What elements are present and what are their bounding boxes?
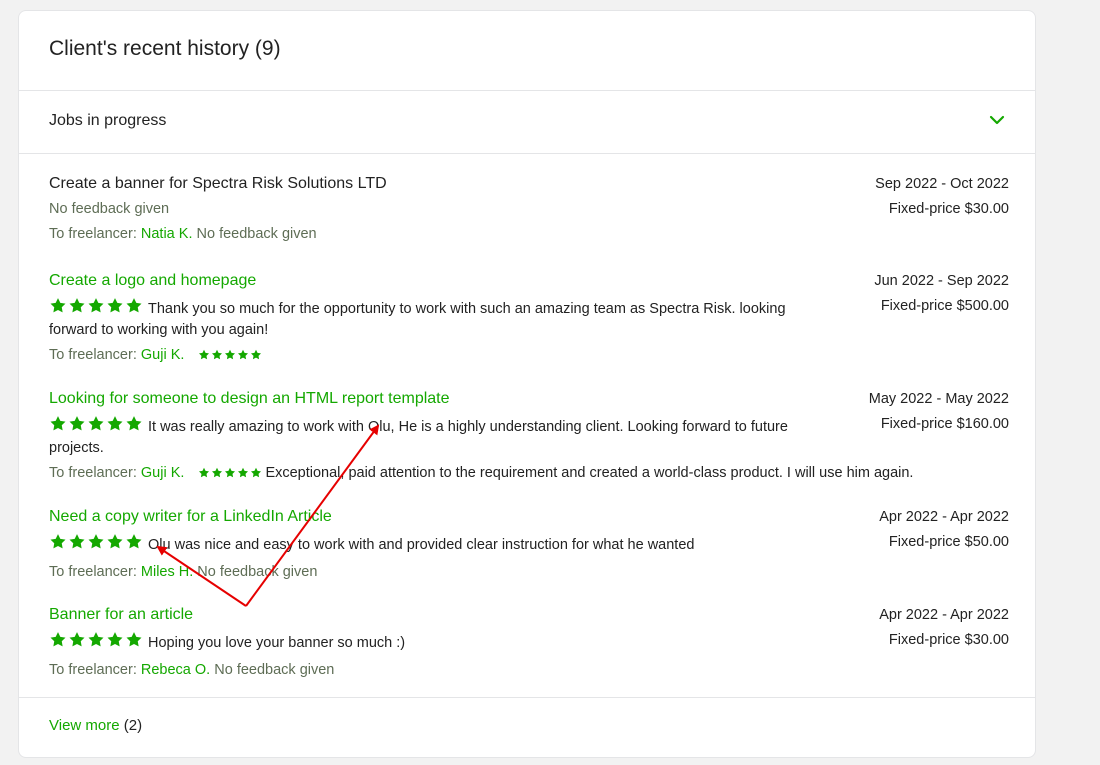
- job-item: Need a copy writer for a LinkedIn Articl…: [49, 507, 1009, 582]
- star-icon: [49, 631, 67, 649]
- star-icon: [224, 349, 236, 361]
- freelancer-line: To freelancer: Rebeca O. No feedback giv…: [49, 661, 1009, 680]
- star-icon: [211, 349, 223, 361]
- job-meta: Jun 2022 - Sep 2022 Fixed-price $500.00: [874, 271, 1009, 316]
- job-title-link[interactable]: Banner for an article: [49, 605, 1009, 625]
- freelancer-link[interactable]: Guji K.: [141, 347, 185, 363]
- to-freelancer-label: To freelancer:: [49, 226, 137, 242]
- star-icon: [68, 415, 86, 433]
- view-more-link[interactable]: View more (2): [49, 717, 142, 734]
- job-meta: Apr 2022 - Apr 2022 Fixed-price $50.00: [879, 507, 1009, 552]
- star-icon: [250, 467, 262, 479]
- job-item: Looking for someone to design an HTML re…: [49, 389, 1009, 485]
- star-icon: [49, 533, 67, 551]
- client-feedback-line: It was really amazing to work with Olu, …: [49, 415, 799, 458]
- client-feedback: Hoping you love your banner so much :): [148, 635, 406, 651]
- chevron-down-icon[interactable]: [989, 114, 1005, 126]
- rating-stars: [49, 297, 144, 321]
- rating-stars: [49, 533, 144, 557]
- star-icon: [68, 533, 86, 551]
- view-more-label: View more: [49, 717, 120, 734]
- to-freelancer-label: To freelancer:: [49, 564, 137, 580]
- divider: [19, 697, 1035, 698]
- section-label: Jobs in progress: [49, 112, 167, 129]
- job-price: Fixed-price $500.00: [880, 298, 1009, 314]
- job-price: Fixed-price $50.00: [888, 534, 1009, 550]
- client-feedback-line: Olu was nice and easy to work with and p…: [49, 533, 799, 557]
- freelancer-line: To freelancer: Guji K.: [49, 346, 1009, 367]
- client-feedback: It was really amazing to work with Olu, …: [49, 419, 788, 456]
- freelancer-link[interactable]: Guji K.: [141, 465, 185, 481]
- job-price: Fixed-price $160.00: [880, 416, 1009, 432]
- star-icon: [237, 467, 249, 479]
- freelancer-link[interactable]: Natia K.: [141, 226, 193, 242]
- freelancer-line: To freelancer: Miles H. No feedback give…: [49, 563, 1009, 582]
- job-dates: Apr 2022 - Apr 2022: [879, 509, 1009, 525]
- job-meta: May 2022 - May 2022 Fixed-price $160.00: [869, 389, 1009, 434]
- star-icon: [125, 415, 143, 433]
- freelancer-feedback: No feedback given: [196, 226, 317, 242]
- job-title-link[interactable]: Create a logo and homepage: [49, 271, 1009, 291]
- client-feedback-line: Thank you so much for the opportunity to…: [49, 297, 799, 340]
- star-icon: [106, 297, 124, 315]
- rating-stars: [49, 631, 144, 655]
- star-icon: [211, 467, 223, 479]
- job-price: Fixed-price $30.00: [888, 632, 1009, 648]
- star-icon: [68, 631, 86, 649]
- star-icon: [106, 415, 124, 433]
- star-icon: [87, 631, 105, 649]
- client-feedback: Olu was nice and easy to work with and p…: [148, 537, 695, 553]
- freelancer-line: To freelancer: Natia K. No feedback give…: [49, 225, 1009, 244]
- job-meta: Apr 2022 - Apr 2022 Fixed-price $30.00: [879, 605, 1009, 650]
- star-icon: [49, 415, 67, 433]
- job-item: Create a logo and homepage Jun 2022 - Se…: [49, 271, 1009, 367]
- to-freelancer-label: To freelancer:: [49, 662, 137, 678]
- star-icon: [106, 533, 124, 551]
- job-price: Fixed-price $30.00: [888, 201, 1009, 217]
- freelancer-feedback: Exceptional, paid attention to the requi…: [265, 465, 914, 481]
- star-icon: [87, 533, 105, 551]
- divider: [19, 153, 1035, 154]
- freelancer-link[interactable]: Miles H.: [141, 564, 193, 580]
- star-icon: [224, 467, 236, 479]
- rating-stars: [198, 348, 263, 367]
- job-dates: Jun 2022 - Sep 2022: [874, 273, 1009, 289]
- job-dates: Apr 2022 - Apr 2022: [879, 607, 1009, 623]
- job-title-link[interactable]: Looking for someone to design an HTML re…: [49, 389, 1009, 409]
- freelancer-feedback: No feedback given: [197, 564, 318, 580]
- freelancer-feedback: No feedback given: [214, 662, 335, 678]
- star-icon: [87, 415, 105, 433]
- star-icon: [106, 631, 124, 649]
- view-more-count: (2): [123, 717, 143, 734]
- freelancer-line: To freelancer: Guji K. Exceptional, paid…: [49, 464, 1009, 485]
- job-title-link[interactable]: Need a copy writer for a LinkedIn Articl…: [49, 507, 1009, 527]
- job-dates: May 2022 - May 2022: [868, 391, 1009, 407]
- rating-stars: [198, 466, 263, 485]
- client-feedback: No feedback given: [49, 201, 170, 217]
- star-icon: [68, 297, 86, 315]
- freelancer-link[interactable]: Rebeca O.: [141, 662, 210, 678]
- star-icon: [237, 349, 249, 361]
- job-dates: Sep 2022 - Oct 2022: [875, 176, 1009, 192]
- jobs-in-progress-toggle[interactable]: Jobs in progress: [19, 90, 1035, 153]
- star-icon: [125, 533, 143, 551]
- page-title: Client's recent history (9): [49, 37, 281, 60]
- client-feedback-line: Hoping you love your banner so much :): [49, 631, 799, 655]
- star-icon: [198, 467, 210, 479]
- star-icon: [250, 349, 262, 361]
- to-freelancer-label: To freelancer:: [49, 347, 137, 363]
- rating-stars: [49, 415, 144, 439]
- star-icon: [125, 631, 143, 649]
- job-meta: Sep 2022 - Oct 2022 Fixed-price $30.00: [875, 174, 1009, 219]
- star-icon: [49, 297, 67, 315]
- job-title: Create a banner for Spectra Risk Solutio…: [49, 175, 387, 192]
- star-icon: [87, 297, 105, 315]
- client-history-card: Client's recent history (9) Jobs in prog…: [18, 10, 1036, 758]
- client-feedback: Thank you so much for the opportunity to…: [49, 301, 786, 338]
- job-item: Create a banner for Spectra Risk Solutio…: [49, 174, 1009, 244]
- job-item: Banner for an article Apr 2022 - Apr 202…: [49, 605, 1009, 680]
- to-freelancer-label: To freelancer:: [49, 465, 137, 481]
- star-icon: [198, 349, 210, 361]
- star-icon: [125, 297, 143, 315]
